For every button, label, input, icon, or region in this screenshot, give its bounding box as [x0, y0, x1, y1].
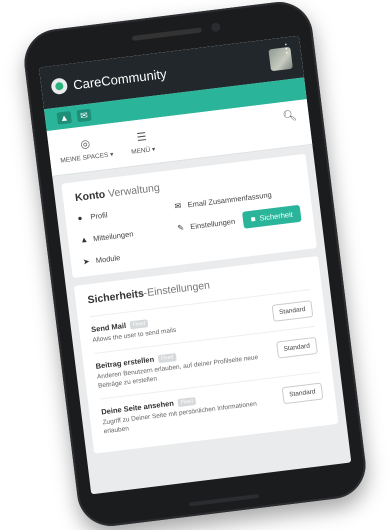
account-menu-profile-label: Profil [89, 210, 108, 222]
account-title-rest: Verwaltung [107, 181, 161, 201]
phone-home-bar [189, 493, 259, 507]
account-menu-security-label: Sicherheit [259, 209, 294, 223]
account-menu-email-label: Email Zusammenfassung [187, 190, 273, 210]
standard-dropdown[interactable]: Standard [275, 336, 318, 359]
nav-menu-label: MENÜ ▾ [130, 145, 156, 156]
account-menu-settings[interactable]: ✎ Einstellungen [177, 217, 236, 233]
menu-icon: ☰ [135, 130, 148, 144]
phone-frame: CareCommunity ⋮ ▲ ✉ ◎ MEINE SPACES ▾ ☰ M… [20, 0, 370, 530]
security-settings-panel: Sicherheits-Einstellungen Send Mail Fixe… [73, 255, 339, 454]
lock-icon: ■ [250, 214, 257, 224]
standard-dropdown[interactable]: Standard [271, 300, 314, 322]
spaces-icon: ◎ [79, 137, 91, 151]
account-menu-modules[interactable]: ➤ Module [82, 246, 174, 267]
account-title-bold: Konto [74, 188, 106, 205]
rocket-icon: ➤ [82, 256, 91, 267]
account-menu-notifications[interactable]: ▲ Mitteilungen [79, 221, 172, 249]
account-menu-modules-label: Module [95, 253, 121, 266]
account-menu-profile[interactable]: ● Profil [77, 203, 169, 223]
account-menu-notifications-label: Mitteilungen [92, 229, 134, 244]
fixed-badge: Fixed [157, 352, 177, 363]
account-settings-row: ✎ Einstellungen ■ Sicherheit [176, 204, 302, 237]
messages-icon[interactable]: ✉ [76, 108, 92, 123]
overflow-menu-icon[interactable]: ⋮ [280, 41, 294, 56]
nav-my-spaces[interactable]: ◎ MEINE SPACES ▾ [58, 134, 114, 164]
account-menu-security[interactable]: ■ Sicherheit [241, 204, 302, 229]
nav-menu[interactable]: ☰ MENÜ ▾ [129, 129, 156, 156]
fixed-badge: Fixed [177, 396, 197, 407]
fixed-badge: Fixed [129, 318, 149, 329]
app-screen: CareCommunity ⋮ ▲ ✉ ◎ MEINE SPACES ▾ ☰ M… [38, 35, 352, 495]
standard-dropdown[interactable]: Standard [281, 382, 324, 405]
bell-icon: ▲ [79, 234, 89, 245]
security-title-rest: -Einstellungen [143, 279, 211, 300]
account-panel: Konto Verwaltung ● Profil ✉ Email Zusamm… [61, 153, 317, 278]
wrench-icon: ✎ [176, 223, 185, 233]
user-icon: ● [77, 213, 83, 223]
carecommunity-logo-icon [50, 77, 69, 96]
notification-icon[interactable]: ▲ [56, 111, 72, 125]
phone-camera [210, 22, 221, 33]
security-title-bold: Sicherheits [86, 287, 145, 307]
envelope-icon: ✉ [174, 201, 182, 212]
search-icon[interactable]: 🔍︎ [282, 109, 297, 124]
account-menu-settings-label: Einstellungen [189, 216, 236, 232]
nav-my-spaces-label: MEINE SPACES ▾ [59, 150, 114, 165]
phone-speaker [131, 27, 202, 41]
